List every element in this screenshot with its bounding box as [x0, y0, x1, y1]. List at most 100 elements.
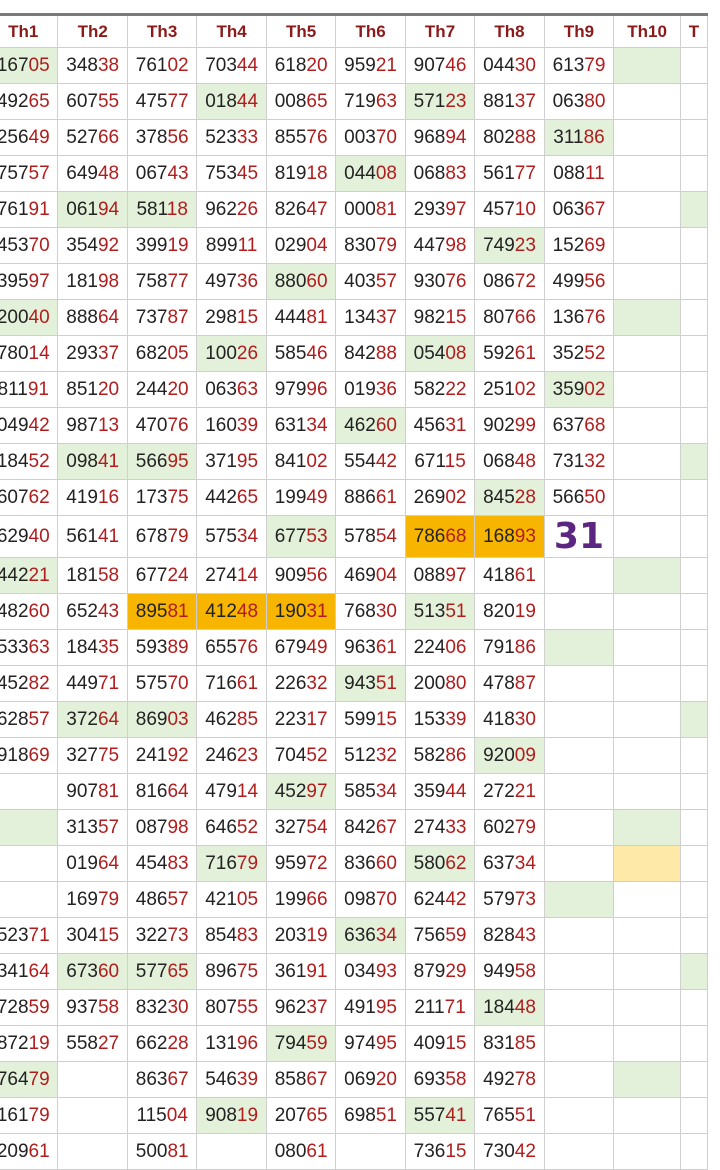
result-cell[interactable]: 16893 — [474, 515, 545, 558]
result-cell[interactable]: 84288 — [335, 335, 406, 372]
result-cell[interactable]: 98215 — [404, 299, 476, 336]
result-cell[interactable]: 18452 — [0, 443, 59, 480]
result-cell[interactable]: 96361 — [335, 629, 406, 666]
result-cell[interactable] — [613, 263, 681, 300]
result-cell[interactable]: 63134 — [265, 407, 337, 444]
result-cell[interactable]: 70452 — [265, 737, 337, 774]
result-cell[interactable]: 62940 — [0, 515, 59, 558]
result-cell[interactable]: 47914 — [196, 773, 267, 810]
result-cell[interactable]: 34838 — [57, 47, 128, 84]
result-cell[interactable]: 80755 — [196, 989, 267, 1026]
result-cell[interactable]: 82647 — [265, 191, 337, 228]
result-cell[interactable] — [613, 83, 681, 120]
result-cell[interactable]: 82019 — [474, 593, 545, 630]
result-cell[interactable]: 08061 — [265, 1133, 337, 1170]
result-cell[interactable] — [613, 155, 681, 192]
result-cell[interactable]: 00370 — [335, 119, 406, 156]
result-cell[interactable]: 96237 — [265, 989, 337, 1026]
result-cell[interactable]: 84102 — [265, 443, 337, 480]
result-cell[interactable]: 78668 — [404, 515, 476, 558]
result-cell[interactable] — [679, 737, 709, 774]
result-cell[interactable]: 20765 — [265, 1097, 337, 1134]
result-cell[interactable]: 88661 — [335, 479, 406, 516]
result-cell[interactable] — [0, 809, 59, 846]
result-cell[interactable]: 44971 — [57, 665, 128, 702]
result-cell[interactable] — [679, 1133, 709, 1170]
result-cell[interactable]: 79459 — [265, 1025, 337, 1062]
result-cell[interactable] — [613, 335, 681, 372]
result-cell[interactable]: 49265 — [0, 83, 59, 120]
result-cell[interactable]: 67879 — [126, 515, 198, 558]
result-cell[interactable]: 90299 — [474, 407, 545, 444]
result-cell[interactable]: 85483 — [196, 917, 267, 954]
result-cell[interactable]: 16179 — [0, 1097, 59, 1134]
result-cell[interactable]: 65576 — [196, 629, 267, 666]
result-cell[interactable] — [613, 479, 681, 516]
result-cell[interactable]: 97996 — [265, 371, 337, 408]
result-cell[interactable]: 49956 — [543, 263, 615, 300]
result-cell[interactable]: 18435 — [57, 629, 128, 666]
result-cell[interactable]: 76102 — [126, 47, 198, 84]
result-cell[interactable]: 09841 — [57, 443, 128, 480]
result-cell[interactable] — [0, 845, 59, 882]
result-cell[interactable]: 36191 — [265, 953, 337, 990]
result-cell[interactable] — [543, 1025, 615, 1062]
result-cell[interactable]: 94958 — [474, 953, 545, 990]
result-cell[interactable] — [543, 773, 615, 810]
column-header[interactable]: Th6 — [335, 13, 406, 48]
result-cell[interactable]: 90956 — [265, 557, 337, 594]
column-header[interactable]: Th9 — [543, 13, 615, 48]
result-cell[interactable]: 50081 — [126, 1133, 198, 1170]
result-cell[interactable]: 04408 — [335, 155, 406, 192]
column-header[interactable]: Th8 — [474, 13, 545, 48]
result-cell[interactable]: 04942 — [0, 407, 59, 444]
result-cell[interactable]: 60279 — [474, 809, 545, 846]
result-cell[interactable]: 22632 — [265, 665, 337, 702]
result-cell[interactable]: 44221 — [0, 557, 59, 594]
result-cell[interactable]: 58546 — [265, 335, 337, 372]
result-cell[interactable]: 62442 — [404, 881, 476, 918]
result-cell[interactable] — [679, 845, 709, 882]
result-cell[interactable] — [613, 443, 681, 480]
result-cell[interactable]: 44265 — [196, 479, 267, 516]
result-cell[interactable] — [613, 629, 681, 666]
result-cell[interactable]: 04430 — [474, 47, 545, 84]
result-cell[interactable]: 32754 — [265, 809, 337, 846]
result-cell[interactable] — [543, 881, 615, 918]
result-cell[interactable] — [613, 809, 681, 846]
result-cell[interactable] — [613, 989, 681, 1026]
result-cell[interactable]: 45710 — [474, 191, 545, 228]
result-cell[interactable]: 13437 — [335, 299, 406, 336]
result-cell[interactable]: 86903 — [126, 701, 198, 738]
result-cell[interactable]: 02904 — [265, 227, 337, 264]
column-header[interactable]: Th1 — [0, 13, 59, 48]
result-cell[interactable]: 44798 — [404, 227, 476, 264]
result-cell[interactable]: 16039 — [196, 407, 267, 444]
result-cell[interactable]: 01844 — [196, 83, 267, 120]
result-cell[interactable]: 58118 — [126, 191, 198, 228]
result-cell[interactable] — [57, 1097, 128, 1134]
result-cell[interactable] — [679, 917, 709, 954]
result-cell[interactable]: 91869 — [0, 737, 59, 774]
result-cell[interactable]: 55827 — [57, 1025, 128, 1062]
result-cell[interactable] — [543, 953, 615, 990]
result-cell[interactable] — [613, 953, 681, 990]
result-cell[interactable]: 51351 — [404, 593, 476, 630]
result-cell[interactable] — [613, 191, 681, 228]
result-cell[interactable]: 46904 — [335, 557, 406, 594]
result-cell[interactable]: 47577 — [126, 83, 198, 120]
result-cell[interactable]: 57973 — [474, 881, 545, 918]
result-cell[interactable]: 93076 — [404, 263, 476, 300]
result-cell[interactable]: 06363 — [196, 371, 267, 408]
result-cell[interactable]: 49736 — [196, 263, 267, 300]
result-cell[interactable]: 44481 — [265, 299, 337, 336]
result-cell[interactable] — [679, 155, 709, 192]
result-cell[interactable] — [613, 845, 681, 882]
result-cell[interactable]: 75659 — [404, 917, 476, 954]
result-cell[interactable]: 29397 — [404, 191, 476, 228]
result-cell[interactable]: 06367 — [543, 191, 615, 228]
result-cell[interactable]: 73132 — [543, 443, 615, 480]
result-cell[interactable]: 56695 — [126, 443, 198, 480]
result-cell[interactable]: 80766 — [474, 299, 545, 336]
result-cell[interactable] — [613, 773, 681, 810]
